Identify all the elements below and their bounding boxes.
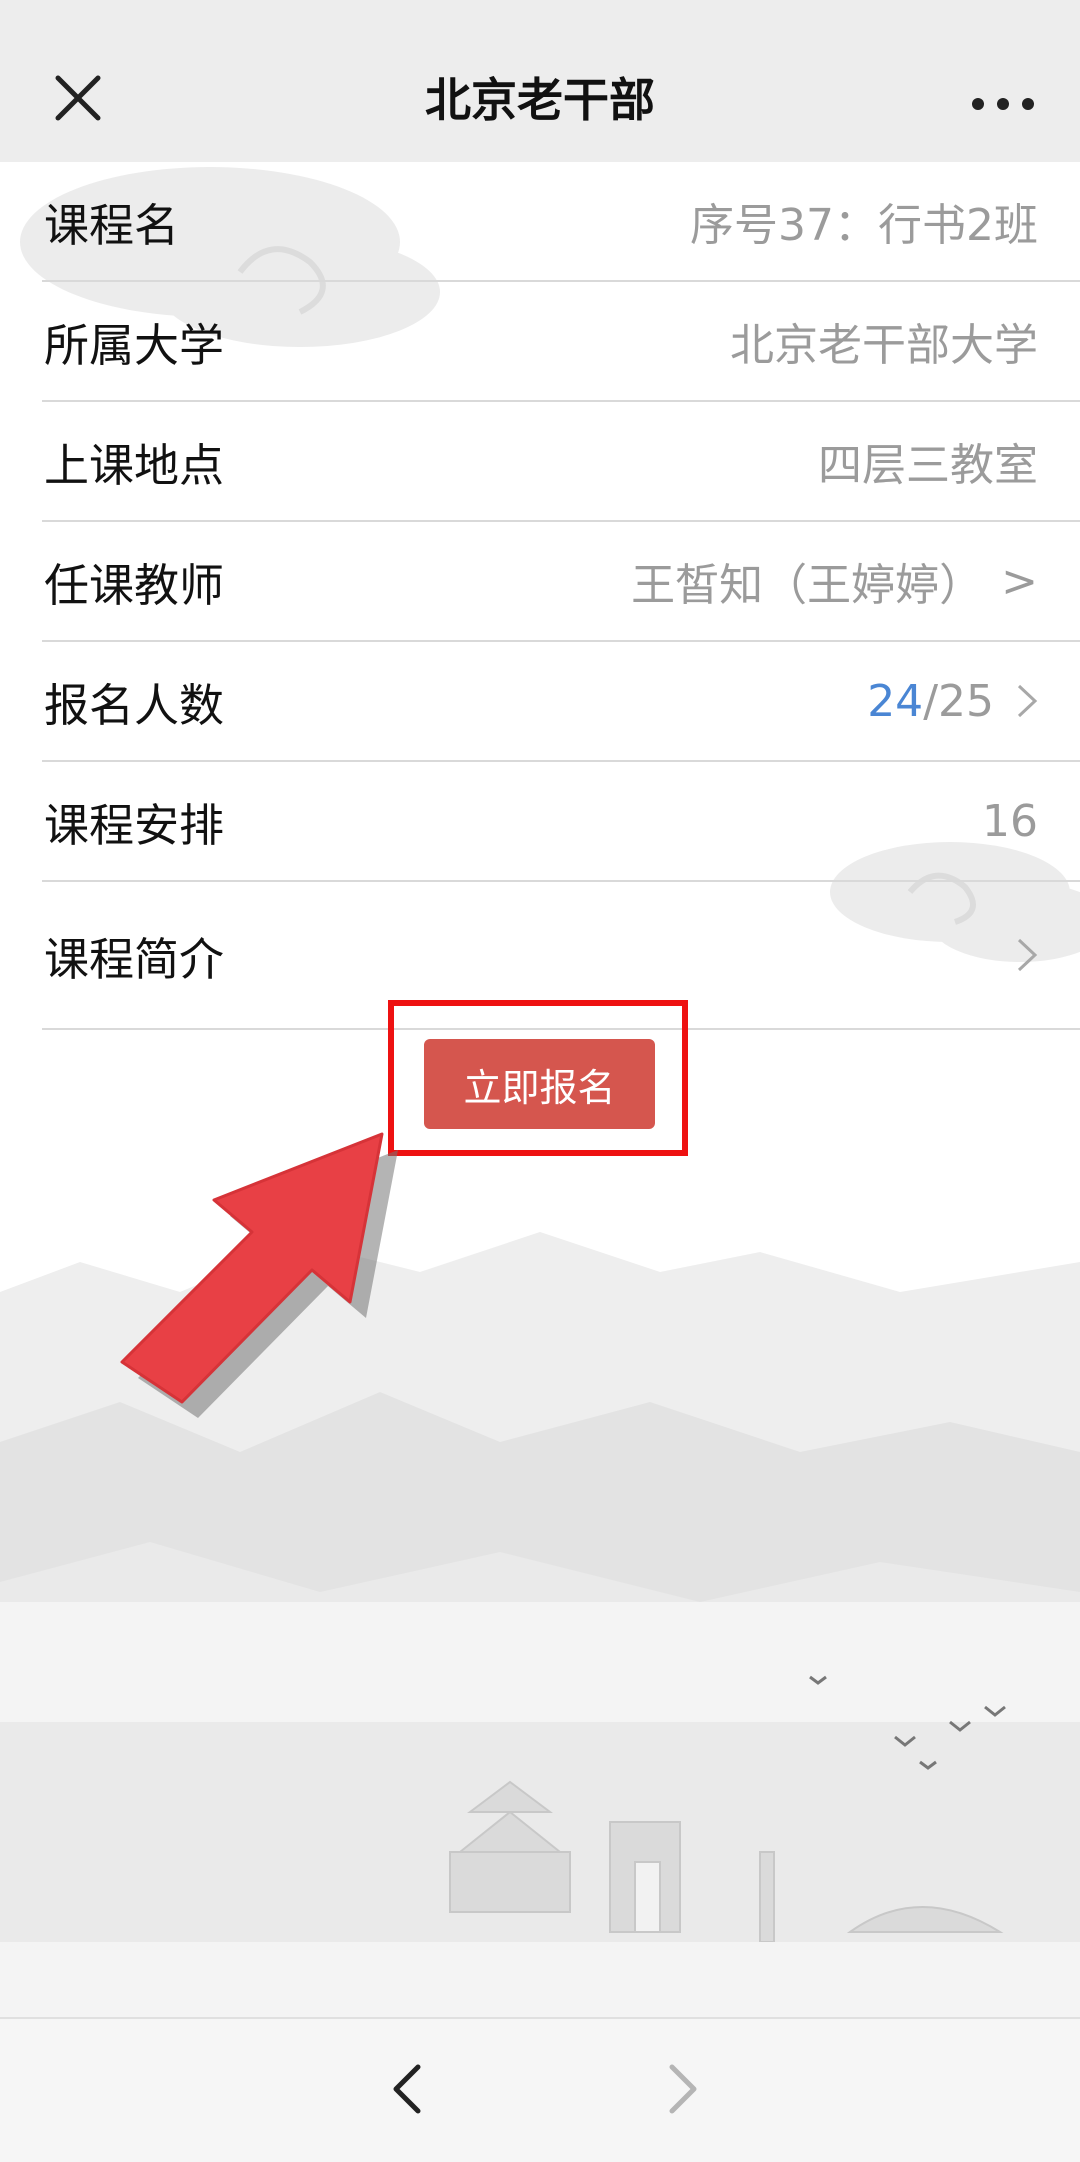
bottom-toolbar <box>0 2017 1080 2162</box>
enrollment-value-wrap: 24 /25 <box>867 642 1038 760</box>
schedule-label: 课程安排 <box>44 798 225 852</box>
row-teacher[interactable]: 任课教师 王皙知（王婷婷） > <box>42 522 1080 642</box>
course-name-label: 课程名 <box>44 198 180 252</box>
row-location: 上课地点 四层三教室 <box>42 402 1080 522</box>
location-label: 上课地点 <box>44 438 225 492</box>
page-title: 北京老干部 <box>425 73 655 127</box>
row-enrollment[interactable]: 报名人数 24 /25 <box>42 642 1080 762</box>
course-detail-list: 课程名 序号37：行书2班 所属大学 北京老干部大学 上课地点 四层三教室 任课… <box>0 162 1080 1030</box>
forward-arrow-icon[interactable] <box>650 2059 710 2119</box>
row-course-name: 课程名 序号37：行书2班 <box>42 162 1080 282</box>
pointer-arrow-icon <box>120 1132 398 1418</box>
introduction-label: 课程简介 <box>44 932 225 986</box>
university-label: 所属大学 <box>44 318 225 372</box>
chevron-right-icon <box>1017 684 1038 718</box>
navigation-bar: 北京老干部 <box>0 0 1080 162</box>
back-arrow-icon[interactable] <box>380 2059 440 2119</box>
course-name-value: 序号37：行书2班 <box>690 200 1038 251</box>
introduction-value-wrap <box>994 882 1038 1028</box>
schedule-value: 16 <box>982 795 1038 847</box>
teacher-arrow: > <box>1001 555 1038 607</box>
more-dots-icon[interactable] <box>968 84 1038 124</box>
enrolled-count: 24 <box>867 675 924 727</box>
university-value: 北京老干部大学 <box>730 320 1038 371</box>
enrollment-capacity: /25 <box>923 675 994 727</box>
row-schedule: 课程安排 16 <box>42 762 1080 882</box>
row-university: 所属大学 北京老干部大学 <box>42 282 1080 402</box>
location-value: 四层三教室 <box>818 440 1038 491</box>
enroll-now-button[interactable]: 立即报名 <box>424 1039 655 1129</box>
enrollment-label: 报名人数 <box>44 678 225 732</box>
teacher-value-wrap: 王皙知（王婷婷） > <box>631 522 1038 640</box>
teacher-value: 王皙知（王婷婷） <box>631 560 984 611</box>
chevron-right-icon <box>1017 938 1038 972</box>
teacher-label: 任课教师 <box>44 558 225 612</box>
